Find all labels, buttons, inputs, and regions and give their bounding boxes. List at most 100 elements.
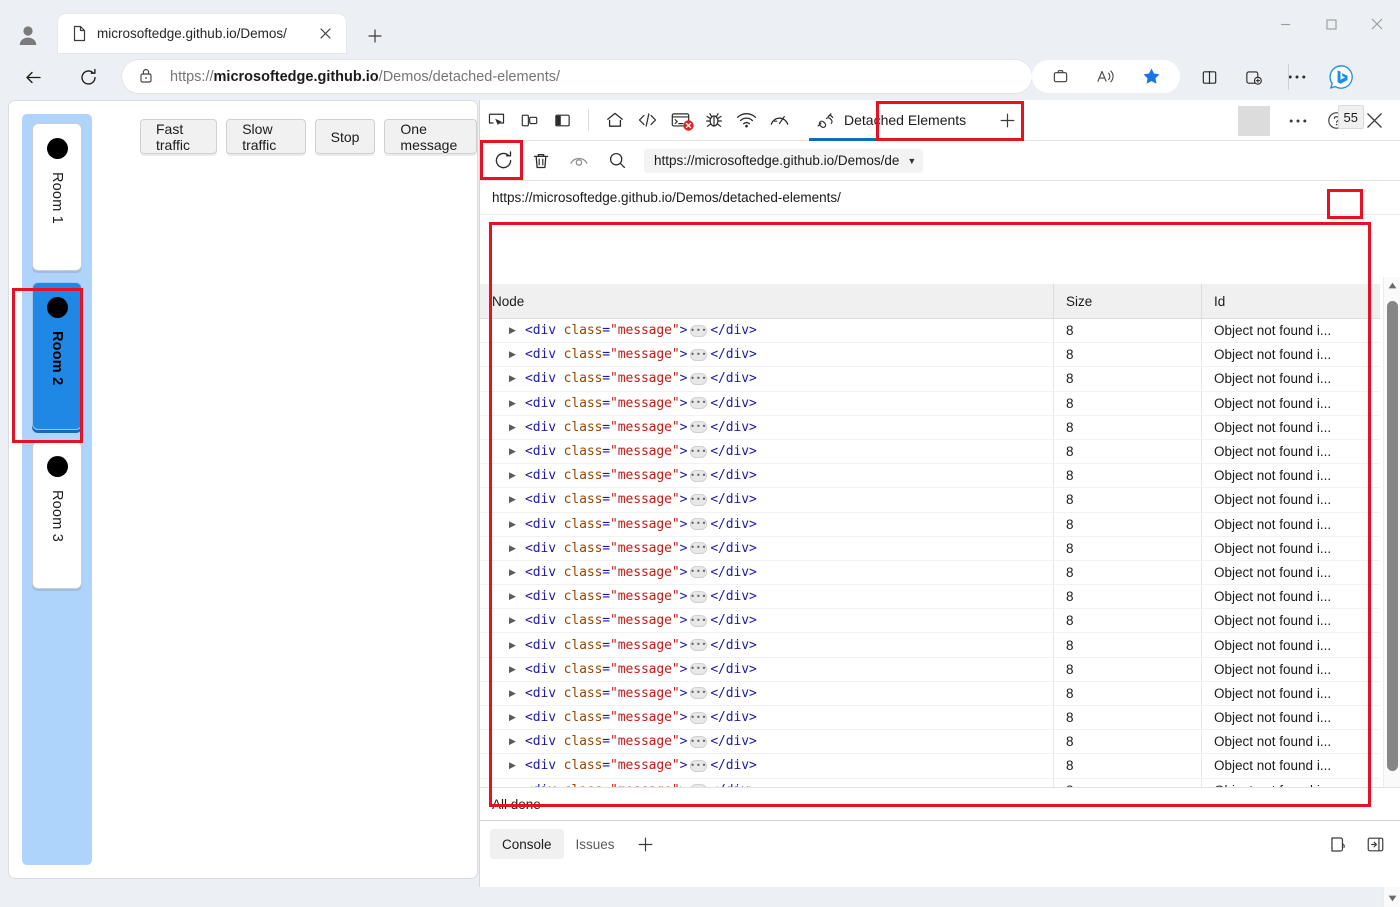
expand-children-badge[interactable]: •••: [690, 615, 707, 627]
refresh-detached-elements-button[interactable]: [484, 146, 522, 176]
tab-detached-elements[interactable]: Detached Elements: [802, 100, 982, 141]
expand-children-badge[interactable]: •••: [690, 542, 707, 554]
cell-node[interactable]: ▶<div class="message">•••</div>: [480, 420, 1053, 435]
expand-triangle-icon[interactable]: ▶: [509, 616, 522, 625]
cell-node[interactable]: ▶<div class="message">•••</div>: [480, 541, 1053, 556]
room-card-1[interactable]: Room 1: [32, 123, 82, 271]
expand-triangle-icon[interactable]: ▶: [509, 350, 522, 359]
more-options-button[interactable]: [1280, 60, 1314, 94]
table-row[interactable]: ▶<div class="message">•••</div>8Object n…: [480, 367, 1380, 391]
cell-node[interactable]: ▶<div class="message">•••</div>: [480, 492, 1053, 507]
cell-node[interactable]: ▶<div class="message">•••</div>: [480, 323, 1053, 338]
expand-children-badge[interactable]: •••: [690, 397, 707, 409]
sources-debugger-button[interactable]: [697, 105, 730, 135]
search-button[interactable]: [598, 146, 636, 176]
expand-children-badge[interactable]: •••: [690, 566, 707, 578]
devtools-more-tools-button[interactable]: [1282, 106, 1314, 136]
slow-traffic-button[interactable]: Slow traffic: [226, 119, 305, 154]
close-icon[interactable]: [313, 21, 338, 46]
maximize-button[interactable]: [1308, 0, 1354, 48]
show-hide-detached-button[interactable]: [560, 146, 598, 176]
room-card-3[interactable]: Room 3: [32, 441, 82, 589]
expand-children-badge[interactable]: •••: [690, 470, 707, 482]
table-row[interactable]: ▶<div class="message">•••</div>8Object n…: [480, 513, 1380, 537]
expand-triangle-icon[interactable]: ▶: [509, 495, 522, 504]
expand-children-badge[interactable]: •••: [690, 736, 707, 748]
profile-avatar[interactable]: [12, 19, 44, 51]
table-row[interactable]: ▶<div class="message">•••</div>8Object n…: [480, 537, 1380, 561]
expand-triangle-icon[interactable]: ▶: [509, 447, 522, 456]
fast-traffic-button[interactable]: Fast traffic: [140, 119, 217, 154]
target-select[interactable]: https://microsoftedge.github.io/Demos/de…: [644, 149, 923, 173]
reload-button[interactable]: [71, 60, 105, 94]
network-panel-button[interactable]: [730, 105, 763, 135]
table-row[interactable]: ▶<div class="message">•••</div>8Object n…: [480, 609, 1380, 633]
devtools-settings-button[interactable]: [1321, 829, 1353, 859]
expand-triangle-icon[interactable]: ▶: [509, 761, 522, 770]
copilot-button[interactable]: [1324, 60, 1358, 94]
expand-children-badge[interactable]: •••: [690, 712, 707, 724]
expand-children-badge[interactable]: •••: [690, 687, 707, 699]
window-close-button[interactable]: [1354, 0, 1400, 48]
browser-tab[interactable]: microsoftedge.github.io/Demos/: [58, 14, 346, 53]
expand-triangle-icon[interactable]: ▶: [509, 641, 522, 650]
collect-garbage-button[interactable]: [522, 146, 560, 176]
expand-children-badge[interactable]: •••: [690, 639, 707, 651]
expand-triangle-icon[interactable]: ▶: [509, 374, 522, 383]
expand-triangle-icon[interactable]: ▶: [509, 399, 522, 408]
table-row[interactable]: ▶<div class="message">•••</div>8Object n…: [480, 682, 1380, 706]
table-row[interactable]: ▶<div class="message">•••</div>8Object n…: [480, 319, 1380, 343]
table-row[interactable]: ▶<div class="message">•••</div>8Object n…: [480, 706, 1380, 730]
expand-children-badge[interactable]: •••: [690, 494, 707, 506]
collections-button[interactable]: [1045, 63, 1077, 90]
back-button[interactable]: [16, 60, 50, 94]
table-row[interactable]: ▶<div class="message">•••</div>8Object n…: [480, 392, 1380, 416]
welcome-home-button[interactable]: [598, 105, 631, 135]
read-aloud-button[interactable]: [1090, 63, 1122, 90]
column-header-id[interactable]: Id: [1201, 284, 1369, 318]
minimize-button[interactable]: [1262, 0, 1308, 48]
expand-triangle-icon[interactable]: ▶: [509, 544, 522, 553]
expand-children-badge[interactable]: •••: [690, 325, 707, 337]
one-message-button[interactable]: One message: [384, 119, 477, 154]
expand-children-badge[interactable]: •••: [690, 421, 707, 433]
expand-children-badge[interactable]: •••: [690, 446, 707, 458]
cell-node[interactable]: ▶<div class="message">•••</div>: [480, 686, 1053, 701]
table-row[interactable]: ▶<div class="message">•••</div>8Object n…: [480, 561, 1380, 585]
expand-children-badge[interactable]: •••: [690, 349, 707, 361]
table-row[interactable]: ▶<div class="message">•••</div>8Object n…: [480, 416, 1380, 440]
expand-triangle-icon[interactable]: ▶: [509, 326, 522, 335]
expand-children-badge[interactable]: •••: [690, 760, 707, 772]
elements-panel-button[interactable]: [631, 105, 664, 135]
cell-node[interactable]: ▶<div class="message">•••</div>: [480, 662, 1053, 677]
drawer-tab-console[interactable]: Console: [490, 829, 564, 859]
cell-node[interactable]: ▶<div class="message">•••</div>: [480, 758, 1053, 773]
cell-node[interactable]: ▶<div class="message">•••</div>: [480, 444, 1053, 459]
panel-layout-button[interactable]: [546, 105, 579, 135]
scroll-up-button[interactable]: [1384, 277, 1400, 294]
expand-triangle-icon[interactable]: ▶: [509, 713, 522, 722]
cell-node[interactable]: ▶<div class="message">•••</div>: [480, 589, 1053, 604]
cell-node[interactable]: ▶<div class="message">•••</div>: [480, 565, 1053, 580]
column-header-size[interactable]: Size: [1053, 284, 1201, 318]
cell-node[interactable]: ▶<div class="message">•••</div>: [480, 638, 1053, 653]
favorite-button[interactable]: [1135, 63, 1167, 90]
expand-children-badge[interactable]: •••: [690, 591, 707, 603]
table-row[interactable]: ▶<div class="message">•••</div>8Object n…: [480, 488, 1380, 512]
cell-node[interactable]: ▶<div class="message">•••</div>: [480, 347, 1053, 362]
scrollbar-thumb[interactable]: [1387, 301, 1398, 771]
expand-triangle-icon[interactable]: ▶: [509, 689, 522, 698]
expand-triangle-icon[interactable]: ▶: [509, 423, 522, 432]
expand-children-badge[interactable]: •••: [690, 663, 707, 675]
expand-children-badge[interactable]: •••: [690, 518, 707, 530]
table-row[interactable]: ▶<div class="message">•••</div>8Object n…: [480, 754, 1380, 778]
add-tab-to-collection-button[interactable]: [1236, 60, 1270, 94]
expand-triangle-icon[interactable]: ▶: [509, 737, 522, 746]
cell-node[interactable]: ▶<div class="message">•••</div>: [480, 613, 1053, 628]
stop-button[interactable]: Stop: [315, 119, 376, 154]
expand-triangle-icon[interactable]: ▶: [509, 592, 522, 601]
drawer-tab-issues[interactable]: Issues: [564, 829, 627, 859]
cell-node[interactable]: ▶<div class="message">•••</div>: [480, 734, 1053, 749]
device-emulation-button[interactable]: [513, 105, 546, 135]
column-header-node[interactable]: Node: [480, 294, 1053, 309]
